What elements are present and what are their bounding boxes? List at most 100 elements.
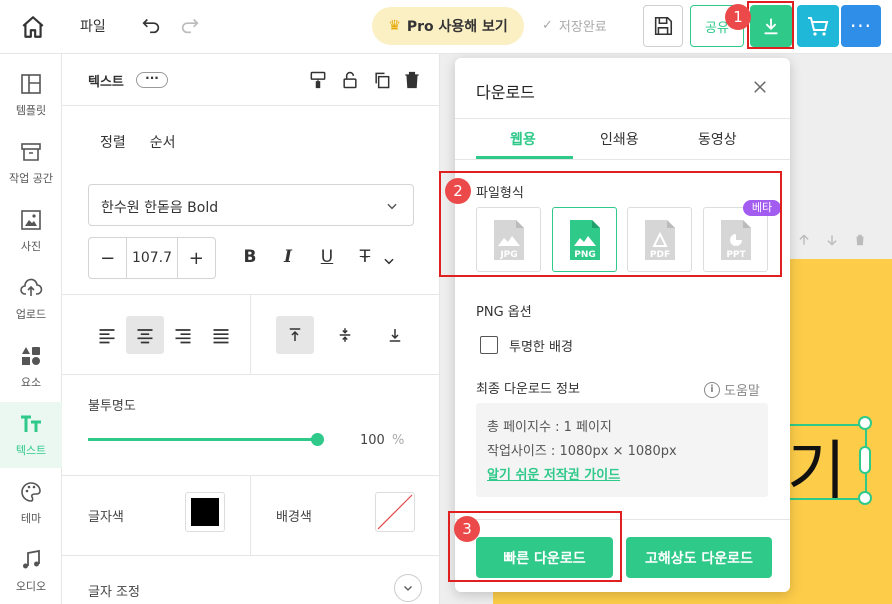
more-format-chevron-icon[interactable] xyxy=(382,254,396,268)
align-left-button[interactable] xyxy=(88,316,126,354)
underline-button[interactable]: U xyxy=(315,247,339,271)
check-icon: ✓ xyxy=(542,18,553,33)
annotation-box-download xyxy=(747,1,794,49)
help-link[interactable]: i 도움말 xyxy=(704,380,760,399)
page-tools xyxy=(797,232,867,248)
divider xyxy=(62,555,440,556)
divider xyxy=(250,294,251,374)
valign-bottom-button[interactable] xyxy=(376,316,414,354)
file-menu[interactable]: 파일 xyxy=(80,16,106,36)
resize-handle-bottom-right[interactable] xyxy=(858,491,872,505)
sidebar-item-audio[interactable]: 오디오 xyxy=(0,538,62,604)
save-button[interactable] xyxy=(643,5,683,47)
background-color-swatch[interactable] xyxy=(375,492,415,532)
left-sidebar: 템플릿 작업 공간 사진 업로드 요소 텍스트 테마 오디오 xyxy=(0,54,62,604)
sidebar-item-text[interactable]: 텍스트 xyxy=(0,402,62,468)
copyright-guide-link[interactable]: 알기 쉬운 저작권 가이드 xyxy=(487,464,620,483)
text-color-swatch[interactable] xyxy=(185,492,225,532)
move-up-icon[interactable] xyxy=(797,232,811,248)
sidebar-item-photo[interactable]: 사진 xyxy=(0,198,62,264)
bold-button[interactable]: B xyxy=(238,247,262,271)
resize-handle-top-right[interactable] xyxy=(858,416,872,430)
sidebar-item-label: 업로드 xyxy=(15,308,47,321)
divider xyxy=(62,374,440,375)
font-size-stepper: − 107.7 + xyxy=(88,237,216,279)
help-label: 도움말 xyxy=(724,384,760,399)
music-icon xyxy=(23,549,40,569)
sidebar-item-workspace[interactable]: 작업 공간 xyxy=(0,130,62,196)
pro-trial-button[interactable]: ♛ Pro 사용해 보기 xyxy=(372,7,524,45)
work-size: 작업사이즈 : 1080px × 1080px xyxy=(487,444,677,459)
font-size-value[interactable]: 107.7 xyxy=(126,238,178,278)
tab-video[interactable]: 동영상 xyxy=(698,129,737,149)
sidebar-item-upload[interactable]: 업로드 xyxy=(0,266,62,332)
align-justify-button[interactable] xyxy=(202,316,240,354)
more-button[interactable]: ··· xyxy=(841,5,881,47)
trash-icon[interactable] xyxy=(402,70,422,90)
close-icon[interactable] xyxy=(751,78,769,96)
transparent-background-label[interactable]: 투명한 배경 xyxy=(509,336,573,355)
tab-web[interactable]: 웹용 xyxy=(510,129,536,149)
transparent-background-checkbox[interactable] xyxy=(480,336,498,354)
sidebar-item-label: 작업 공간 xyxy=(9,172,53,185)
italic-button[interactable]: I xyxy=(276,247,300,271)
opacity-label: 불투명도 xyxy=(88,399,136,414)
chevron-down-icon xyxy=(404,586,412,591)
opacity-value[interactable]: 100 xyxy=(360,433,385,448)
font-family-select[interactable]: 한수원 한돋음 Bold xyxy=(88,184,414,226)
tab-align[interactable]: 정렬 xyxy=(100,132,126,152)
align-justify-icon xyxy=(213,329,229,344)
sidebar-item-template[interactable]: 템플릿 xyxy=(0,62,62,128)
sidebar-item-label: 사진 xyxy=(20,240,42,253)
pro-trial-label: Pro 사용해 보기 xyxy=(406,19,508,35)
font-size-decrease-button[interactable]: − xyxy=(89,238,126,278)
duplicate-icon[interactable] xyxy=(372,70,392,90)
home-icon[interactable] xyxy=(20,14,46,40)
format-painter-icon[interactable] xyxy=(308,70,328,90)
align-center-button[interactable] xyxy=(126,316,164,354)
text-icon xyxy=(21,415,41,432)
font-size-increase-button[interactable]: + xyxy=(178,238,215,278)
palette-icon xyxy=(21,482,41,502)
delete-page-icon[interactable] xyxy=(853,232,867,248)
sidebar-item-theme[interactable]: 테마 xyxy=(0,470,62,536)
opacity-slider-handle[interactable] xyxy=(311,433,324,446)
crown-icon: ♛ xyxy=(388,18,401,34)
valign-top-button[interactable] xyxy=(276,316,314,354)
valign-bottom-icon xyxy=(389,329,401,342)
high-resolution-download-button[interactable]: 고해상도 다운로드 xyxy=(626,537,772,578)
unlock-icon[interactable] xyxy=(340,70,360,90)
strikethrough-button[interactable]: Ŧ xyxy=(353,247,377,271)
dialog-title: 다운로드 xyxy=(476,83,535,102)
resize-handle-right[interactable] xyxy=(859,446,871,474)
download-info-label: 최종 다운로드 정보 xyxy=(476,382,580,397)
workspace-icon xyxy=(21,143,41,161)
sidebar-item-label: 템플릿 xyxy=(15,104,47,117)
cart-button[interactable] xyxy=(797,5,839,47)
annotation-badge-1: 1 xyxy=(725,4,751,30)
text-adjust-toggle[interactable] xyxy=(394,574,422,602)
tab-order[interactable]: 순서 xyxy=(150,132,176,152)
opacity-unit: % xyxy=(392,433,405,448)
divider xyxy=(250,475,251,555)
panel-options-button[interactable]: ··· xyxy=(136,72,168,88)
undo-icon[interactable] xyxy=(140,14,162,36)
text-properties-panel: 텍스트 ··· 정렬 순서 한수원 한돋음 Bold − 107.7 + B I… xyxy=(62,54,440,604)
valign-middle-button[interactable] xyxy=(326,316,364,354)
panel-header: 텍스트 ··· xyxy=(62,54,440,106)
info-icon: i xyxy=(704,381,720,398)
save-status-label: 저장완료 xyxy=(558,20,607,35)
opacity-slider-track[interactable] xyxy=(88,438,318,441)
sidebar-item-elements[interactable]: 요소 xyxy=(0,334,62,400)
png-options-label: PNG 옵션 xyxy=(476,305,532,320)
valign-top-icon xyxy=(289,328,301,341)
download-tabs: 웹용 인쇄용 동영상 xyxy=(455,118,790,160)
sidebar-item-label: 요소 xyxy=(20,376,42,389)
redo-icon[interactable] xyxy=(179,14,201,36)
align-left-icon xyxy=(99,329,115,344)
tab-print[interactable]: 인쇄용 xyxy=(600,129,639,149)
move-down-icon[interactable] xyxy=(825,232,839,248)
align-right-button[interactable] xyxy=(164,316,202,354)
panel-title: 텍스트 xyxy=(88,75,124,90)
text-color-label: 글자색 xyxy=(88,510,124,525)
